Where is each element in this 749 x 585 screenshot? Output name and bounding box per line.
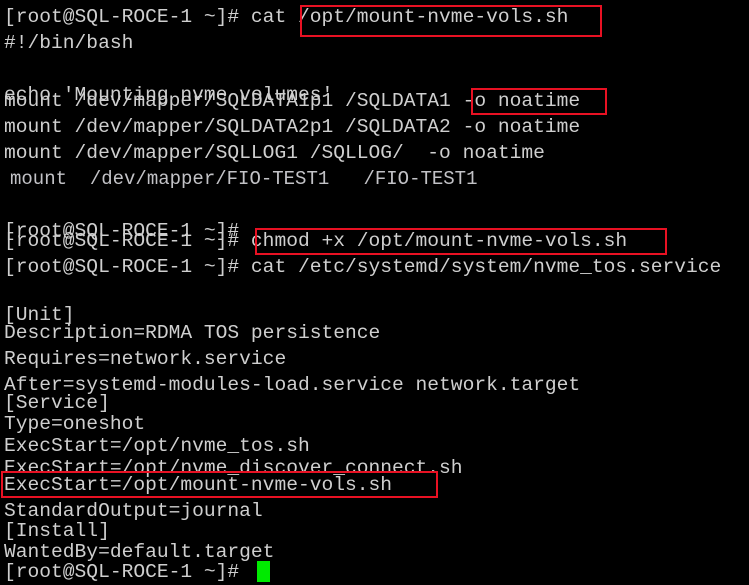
terminal-line: mount /dev/mapper/SQLLOG1 /SQLLOG/ -o no… [4,142,545,164]
terminal-line: [root@SQL-ROCE-1 ~]# cat /opt/mount-nvme… [4,6,569,28]
terminal-line: mount /dev/mapper/SQLDATA1p1 /SQLDATA1 -… [4,90,581,112]
terminal-line: mount /dev/mapper/SQLDATA2p1 /SQLDATA2 -… [4,116,581,138]
terminal-line: #!/bin/bash [4,32,134,54]
terminal-line: [root@SQL-ROCE-1 ~]# chmod +x /opt/mount… [4,230,628,252]
terminal-line: [root@SQL-ROCE-1 ~]# [4,561,240,583]
terminal-cursor [257,561,270,582]
terminal-line: Requires=network.service [4,348,287,370]
terminal-line: mount /dev/mapper/FIO-TEST1 /FIO-TEST1 [10,168,478,190]
terminal-line: ExecStart=/opt/mount-nvme-vols.sh [4,474,393,496]
terminal-window[interactable]: [root@SQL-ROCE-1 ~]# cat /opt/mount-nvme… [0,0,749,583]
terminal-line: [root@SQL-ROCE-1 ~]# cat /etc/systemd/sy… [4,256,722,278]
terminal-line: Description=RDMA TOS persistence [4,322,381,344]
